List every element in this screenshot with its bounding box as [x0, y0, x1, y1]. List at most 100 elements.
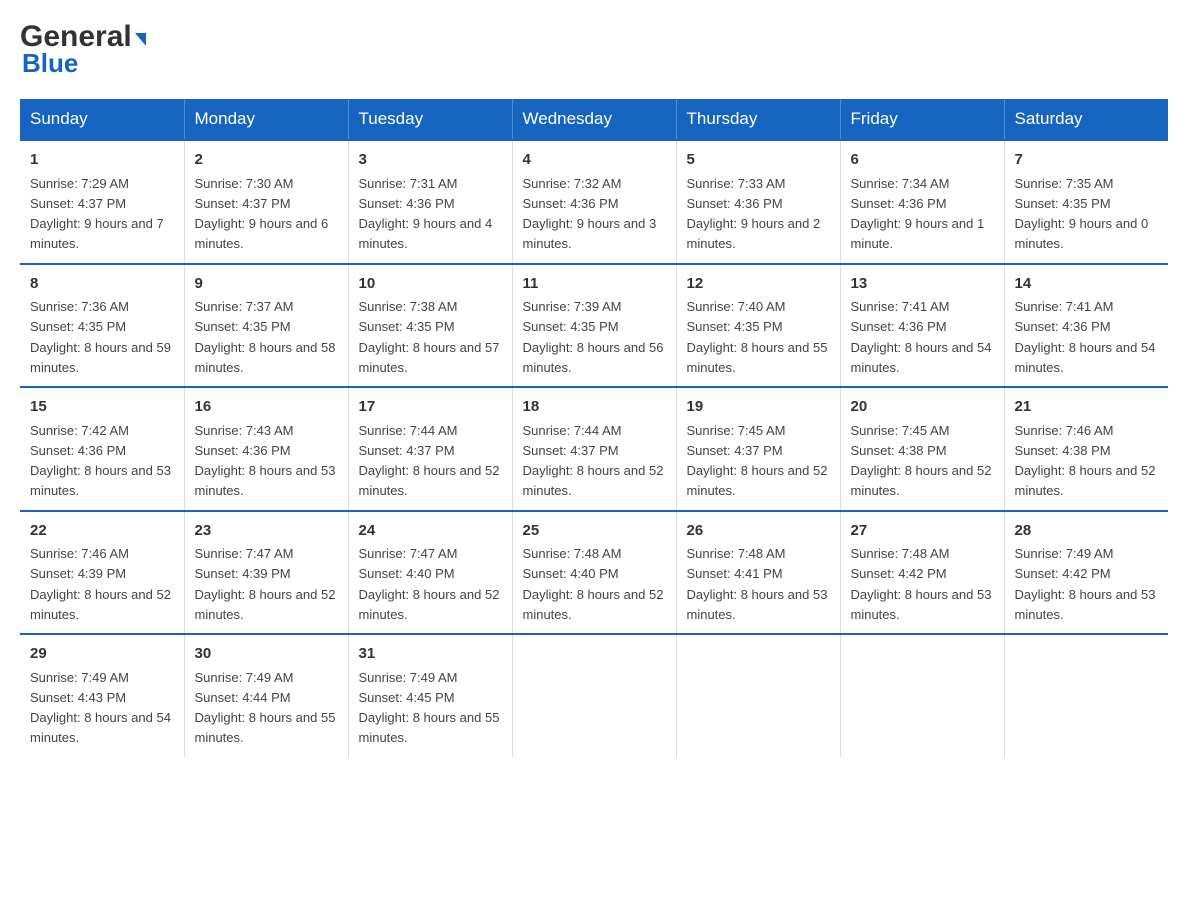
sunset-info: Sunset: 4:37 PM	[687, 443, 783, 458]
sunset-info: Sunset: 4:35 PM	[523, 319, 619, 334]
day-number: 28	[1015, 520, 1159, 543]
day-number: 26	[687, 520, 830, 543]
calendar-cell: 27 Sunrise: 7:48 AM Sunset: 4:42 PM Dayl…	[840, 511, 1004, 635]
daylight-info: Daylight: 9 hours and 0 minutes.	[1015, 216, 1149, 251]
daylight-info: Daylight: 8 hours and 57 minutes.	[359, 340, 500, 375]
daylight-info: Daylight: 8 hours and 52 minutes.	[523, 587, 664, 622]
sunrise-info: Sunrise: 7:43 AM	[195, 423, 294, 438]
calendar-cell: 30 Sunrise: 7:49 AM Sunset: 4:44 PM Dayl…	[184, 634, 348, 757]
daylight-info: Daylight: 8 hours and 58 minutes.	[195, 340, 336, 375]
sunset-info: Sunset: 4:35 PM	[359, 319, 455, 334]
day-number: 2	[195, 149, 338, 172]
day-number: 14	[1015, 273, 1159, 296]
sunrise-info: Sunrise: 7:30 AM	[195, 176, 294, 191]
sunset-info: Sunset: 4:42 PM	[1015, 566, 1111, 581]
sunrise-info: Sunrise: 7:47 AM	[195, 546, 294, 561]
daylight-info: Daylight: 8 hours and 54 minutes.	[1015, 340, 1156, 375]
page-header: General Blue	[20, 20, 1168, 79]
sunset-info: Sunset: 4:37 PM	[523, 443, 619, 458]
sunset-info: Sunset: 4:36 PM	[687, 196, 783, 211]
sunset-info: Sunset: 4:37 PM	[359, 443, 455, 458]
sunrise-info: Sunrise: 7:48 AM	[523, 546, 622, 561]
sunrise-info: Sunrise: 7:49 AM	[1015, 546, 1114, 561]
day-number: 31	[359, 643, 502, 666]
calendar-cell: 31 Sunrise: 7:49 AM Sunset: 4:45 PM Dayl…	[348, 634, 512, 757]
daylight-info: Daylight: 8 hours and 59 minutes.	[30, 340, 171, 375]
sunrise-info: Sunrise: 7:35 AM	[1015, 176, 1114, 191]
calendar-cell: 11 Sunrise: 7:39 AM Sunset: 4:35 PM Dayl…	[512, 264, 676, 388]
sunrise-info: Sunrise: 7:45 AM	[851, 423, 950, 438]
calendar-cell: 26 Sunrise: 7:48 AM Sunset: 4:41 PM Dayl…	[676, 511, 840, 635]
sunset-info: Sunset: 4:37 PM	[30, 196, 126, 211]
daylight-info: Daylight: 8 hours and 52 minutes.	[523, 463, 664, 498]
day-number: 8	[30, 273, 174, 296]
day-number: 10	[359, 273, 502, 296]
logo-blue-text: Blue	[22, 48, 78, 79]
weekday-header-wednesday: Wednesday	[512, 99, 676, 140]
daylight-info: Daylight: 8 hours and 53 minutes.	[30, 463, 171, 498]
sunset-info: Sunset: 4:40 PM	[523, 566, 619, 581]
calendar-cell: 15 Sunrise: 7:42 AM Sunset: 4:36 PM Dayl…	[20, 387, 184, 511]
calendar-cell: 28 Sunrise: 7:49 AM Sunset: 4:42 PM Dayl…	[1004, 511, 1168, 635]
sunrise-info: Sunrise: 7:41 AM	[851, 299, 950, 314]
day-number: 15	[30, 396, 174, 419]
calendar-cell: 9 Sunrise: 7:37 AM Sunset: 4:35 PM Dayli…	[184, 264, 348, 388]
calendar-cell: 19 Sunrise: 7:45 AM Sunset: 4:37 PM Dayl…	[676, 387, 840, 511]
daylight-info: Daylight: 8 hours and 52 minutes.	[195, 587, 336, 622]
sunrise-info: Sunrise: 7:49 AM	[195, 670, 294, 685]
day-number: 19	[687, 396, 830, 419]
daylight-info: Daylight: 8 hours and 55 minutes.	[687, 340, 828, 375]
sunset-info: Sunset: 4:35 PM	[195, 319, 291, 334]
calendar-cell: 23 Sunrise: 7:47 AM Sunset: 4:39 PM Dayl…	[184, 511, 348, 635]
sunset-info: Sunset: 4:40 PM	[359, 566, 455, 581]
sunset-info: Sunset: 4:36 PM	[1015, 319, 1111, 334]
calendar-cell: 2 Sunrise: 7:30 AM Sunset: 4:37 PM Dayli…	[184, 140, 348, 264]
sunset-info: Sunset: 4:36 PM	[359, 196, 455, 211]
calendar-cell: 10 Sunrise: 7:38 AM Sunset: 4:35 PM Dayl…	[348, 264, 512, 388]
sunrise-info: Sunrise: 7:42 AM	[30, 423, 129, 438]
sunset-info: Sunset: 4:38 PM	[851, 443, 947, 458]
sunset-info: Sunset: 4:42 PM	[851, 566, 947, 581]
sunset-info: Sunset: 4:45 PM	[359, 690, 455, 705]
daylight-info: Daylight: 8 hours and 52 minutes.	[851, 463, 992, 498]
calendar-cell: 17 Sunrise: 7:44 AM Sunset: 4:37 PM Dayl…	[348, 387, 512, 511]
calendar-cell: 25 Sunrise: 7:48 AM Sunset: 4:40 PM Dayl…	[512, 511, 676, 635]
sunrise-info: Sunrise: 7:48 AM	[687, 546, 786, 561]
logo-arrow-icon	[135, 33, 146, 46]
daylight-info: Daylight: 9 hours and 3 minutes.	[523, 216, 657, 251]
daylight-info: Daylight: 9 hours and 4 minutes.	[359, 216, 493, 251]
day-number: 22	[30, 520, 174, 543]
sunrise-info: Sunrise: 7:44 AM	[359, 423, 458, 438]
sunrise-info: Sunrise: 7:46 AM	[30, 546, 129, 561]
sunset-info: Sunset: 4:41 PM	[687, 566, 783, 581]
day-number: 30	[195, 643, 338, 666]
day-number: 12	[687, 273, 830, 296]
calendar-cell: 22 Sunrise: 7:46 AM Sunset: 4:39 PM Dayl…	[20, 511, 184, 635]
daylight-info: Daylight: 8 hours and 53 minutes.	[195, 463, 336, 498]
calendar-cell	[840, 634, 1004, 757]
sunrise-info: Sunrise: 7:38 AM	[359, 299, 458, 314]
sunrise-info: Sunrise: 7:48 AM	[851, 546, 950, 561]
sunset-info: Sunset: 4:35 PM	[1015, 196, 1111, 211]
sunrise-info: Sunrise: 7:45 AM	[687, 423, 786, 438]
sunset-info: Sunset: 4:36 PM	[195, 443, 291, 458]
daylight-info: Daylight: 8 hours and 53 minutes.	[687, 587, 828, 622]
sunrise-info: Sunrise: 7:49 AM	[359, 670, 458, 685]
day-number: 5	[687, 149, 830, 172]
sunrise-info: Sunrise: 7:36 AM	[30, 299, 129, 314]
calendar-cell: 16 Sunrise: 7:43 AM Sunset: 4:36 PM Dayl…	[184, 387, 348, 511]
calendar-header-row: SundayMondayTuesdayWednesdayThursdayFrid…	[20, 99, 1168, 140]
calendar-week-row: 8 Sunrise: 7:36 AM Sunset: 4:35 PM Dayli…	[20, 264, 1168, 388]
day-number: 23	[195, 520, 338, 543]
calendar-cell: 1 Sunrise: 7:29 AM Sunset: 4:37 PM Dayli…	[20, 140, 184, 264]
calendar-cell: 8 Sunrise: 7:36 AM Sunset: 4:35 PM Dayli…	[20, 264, 184, 388]
daylight-info: Daylight: 8 hours and 52 minutes.	[687, 463, 828, 498]
daylight-info: Daylight: 9 hours and 2 minutes.	[687, 216, 821, 251]
sunrise-info: Sunrise: 7:32 AM	[523, 176, 622, 191]
day-number: 25	[523, 520, 666, 543]
day-number: 24	[359, 520, 502, 543]
weekday-header-saturday: Saturday	[1004, 99, 1168, 140]
weekday-header-sunday: Sunday	[20, 99, 184, 140]
calendar-week-row: 29 Sunrise: 7:49 AM Sunset: 4:43 PM Dayl…	[20, 634, 1168, 757]
sunset-info: Sunset: 4:35 PM	[687, 319, 783, 334]
